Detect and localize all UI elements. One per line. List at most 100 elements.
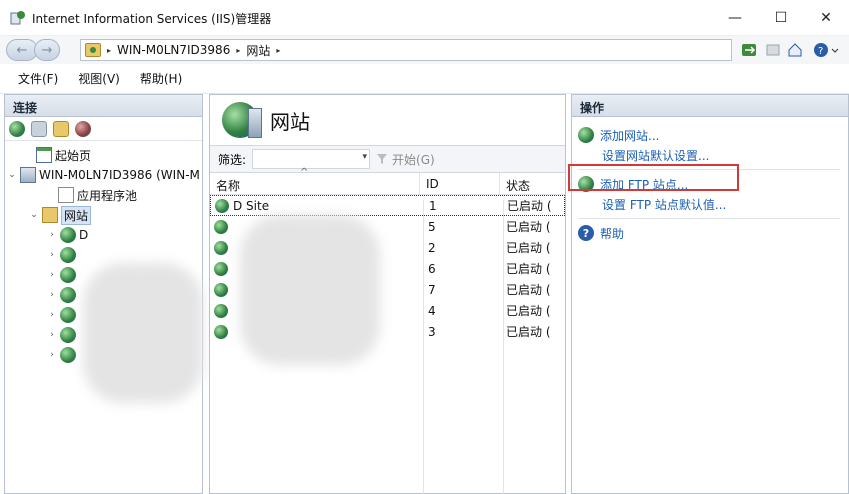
menu-file[interactable]: 文件(F) <box>8 70 68 87</box>
set-site-defaults-link[interactable]: 设置网站默认设置... <box>572 145 848 165</box>
connections-panel: 连接 起始页 ⌄ WIN-M0LN7ID3986 (WIN-M 应用程序池 ⌄ … <box>4 94 203 494</box>
tree-item-app-pools[interactable]: 应用程序池 <box>5 185 202 205</box>
globe-icon <box>60 227 76 243</box>
menu-view[interactable]: 视图(V) <box>68 70 130 87</box>
save-icon[interactable] <box>31 120 47 137</box>
tree-item-sites[interactable]: ⌄ 网站 <box>5 205 202 225</box>
tree-item-site[interactable]: › <box>5 245 202 265</box>
site-id: 4 <box>428 303 436 318</box>
sites-panel: 网站 筛选: 开始(G) ^ 名称 ID 状态 D Site 1 已启动 ( 5… <box>209 94 566 494</box>
home-icon[interactable] <box>786 41 804 59</box>
globe-icon <box>214 282 228 297</box>
breadcrumb-separator[interactable]: ▸ <box>276 46 280 55</box>
add-site-link[interactable]: 添加网站... <box>572 125 848 145</box>
expand-toggle[interactable]: › <box>47 350 57 360</box>
site-id: 7 <box>428 282 436 297</box>
column-divider <box>423 200 424 494</box>
minimize-button[interactable]: — <box>712 0 758 36</box>
tree-label: D <box>79 228 89 242</box>
globe-icon <box>60 307 76 323</box>
globe-icon <box>60 287 76 303</box>
expand-toggle[interactable]: › <box>47 330 57 340</box>
expand-toggle[interactable]: › <box>47 310 57 320</box>
globe-icon <box>215 198 229 213</box>
window-title: Internet Information Services (IIS)管理器 <box>32 12 272 26</box>
connect-icon[interactable] <box>9 120 25 137</box>
column-header-name[interactable]: ^ 名称 <box>210 167 420 194</box>
site-state: 已启动 ( <box>506 262 551 276</box>
site-name: D Site <box>233 198 270 213</box>
connections-toolbar <box>5 117 202 141</box>
table-row[interactable]: D Site 1 已启动 ( <box>210 195 565 216</box>
breadcrumb-server[interactable]: WIN-M0LN7ID3986 <box>117 43 230 57</box>
globe-icon <box>60 347 76 363</box>
start-filter-label: 开始(G) <box>392 152 435 167</box>
sites-grid-header: ^ 名称 ID 状态 <box>210 167 565 195</box>
server-icon <box>20 167 36 183</box>
expand-toggle[interactable]: › <box>47 250 57 260</box>
iis-app-icon <box>10 10 26 26</box>
refresh-icon[interactable] <box>740 41 758 59</box>
close-button[interactable]: ✕ <box>803 0 849 36</box>
maximize-button[interactable]: ☐ <box>758 0 804 36</box>
globe-icon <box>60 327 76 343</box>
help-dropdown-icon[interactable]: ? <box>812 41 840 59</box>
actions-panel: 操作 添加网站... 设置网站默认设置... 添加 FTP 站点... 设置 F… <box>571 94 849 494</box>
globe-icon <box>214 240 228 255</box>
tree-label: 起始页 <box>55 148 92 163</box>
help-link[interactable]: ? 帮助 <box>572 223 848 243</box>
start-page-icon <box>36 147 52 163</box>
breadcrumb-separator: ▸ <box>236 45 241 55</box>
stop-icon[interactable] <box>764 41 782 59</box>
connections-header: 连接 <box>5 95 202 117</box>
add-site-icon <box>578 127 594 143</box>
globe-icon <box>214 303 228 318</box>
sites-title-area: 网站 <box>210 95 565 145</box>
expand-toggle[interactable]: ⌄ <box>29 210 39 220</box>
redaction-blur <box>83 263 203 403</box>
column-divider <box>503 200 504 494</box>
expand-toggle[interactable]: › <box>47 290 57 300</box>
actions-header: 操作 <box>572 95 848 117</box>
sites-globe-icon <box>222 102 262 138</box>
tree-item-start-page[interactable]: 起始页 <box>5 145 202 165</box>
menu-bar: 文件(F) 视图(V) 帮助(H) <box>0 64 849 94</box>
column-header-state[interactable]: 状态 <box>500 173 560 194</box>
expand-toggle[interactable]: › <box>47 270 57 280</box>
globe-icon <box>60 267 76 283</box>
site-state: 已启动 ( <box>506 304 551 318</box>
up-folder-icon[interactable] <box>53 120 69 137</box>
disconnect-icon[interactable] <box>75 120 91 137</box>
site-id: 5 <box>428 219 436 234</box>
annotation-highlight-box <box>568 164 739 191</box>
site-state: 已启动 ( <box>506 220 551 234</box>
site-state: 已启动 ( <box>506 325 551 339</box>
globe-icon <box>214 261 228 276</box>
actions-divider <box>578 218 840 219</box>
forward-button[interactable]: → <box>34 39 60 61</box>
set-ftp-defaults-link[interactable]: 设置 FTP 站点默认值... <box>572 194 848 214</box>
site-state: 已启动 ( <box>506 283 551 297</box>
column-header-id[interactable]: ID <box>420 173 500 194</box>
tree-item-site[interactable]: › D <box>5 225 202 245</box>
filter-label: 筛选: <box>218 152 247 167</box>
menu-help[interactable]: 帮助(H) <box>130 70 192 87</box>
expand-toggle[interactable]: ⌄ <box>7 170 17 180</box>
expand-toggle[interactable]: › <box>47 230 57 240</box>
globe-icon <box>214 219 228 234</box>
filter-bar: 筛选: 开始(G) <box>210 145 565 173</box>
site-state: 已启动 ( <box>506 241 551 255</box>
start-filter-button[interactable]: 开始(G) <box>376 151 435 168</box>
globe-icon <box>214 324 228 339</box>
filter-input[interactable] <box>252 149 371 169</box>
address-bar[interactable]: ▸ WIN-M0LN7ID3986 ▸ 网站 ▸ <box>80 39 732 61</box>
title-bar: Internet Information Services (IIS)管理器 —… <box>0 0 849 36</box>
tree-label: 网站 <box>61 205 92 225</box>
app-pool-icon <box>58 187 74 203</box>
tree-item-server[interactable]: ⌄ WIN-M0LN7ID3986 (WIN-M <box>5 165 202 185</box>
site-id: 1 <box>429 198 437 213</box>
tree-label: WIN-M0LN7ID3986 (WIN-M <box>39 168 200 182</box>
breadcrumb-sites[interactable]: 网站 <box>246 42 270 59</box>
site-id: 3 <box>428 324 436 339</box>
tree-label: 应用程序池 <box>77 188 138 203</box>
